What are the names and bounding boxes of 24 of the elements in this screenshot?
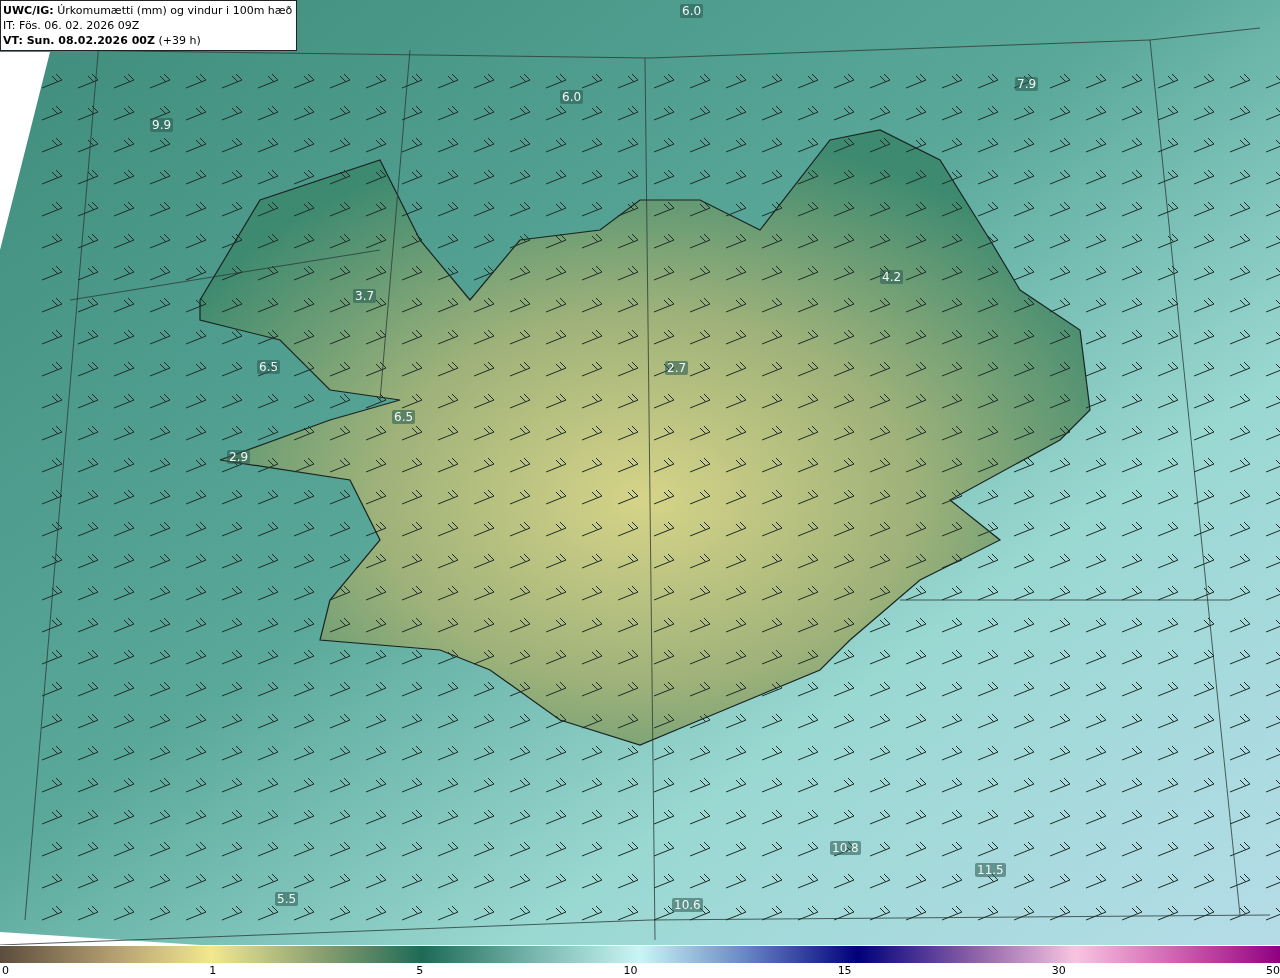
- value-label: 5.5: [275, 892, 299, 906]
- valid-time: VT: Sun. 08.02.2026 00Z (+39 h): [3, 33, 202, 48]
- colorbar-tick-label: 5: [416, 964, 424, 978]
- value-label: 4.2: [880, 270, 904, 284]
- value-label: 10.6: [672, 898, 703, 912]
- colorbar-tick-label: 30: [1051, 964, 1066, 978]
- value-label: 3.7: [353, 289, 377, 303]
- value-label: 9.9: [150, 118, 174, 132]
- colorbar-tick-label: 10: [623, 964, 638, 978]
- colorbar-tick-label: 50: [1265, 964, 1280, 978]
- issue-time: IT: Fös. 06. 02. 2026 09Z: [3, 18, 141, 33]
- colorbar-tick-label: 0: [2, 964, 9, 978]
- value-label: 6.0: [560, 90, 584, 104]
- value-label: 6.5: [257, 360, 281, 374]
- colorbar-tick-label: 1: [209, 964, 217, 978]
- value-label: 10.8: [830, 841, 861, 855]
- value-label: 2.9: [227, 450, 251, 464]
- header-title: UWC/IG: Úrkomumætti (mm) og vindur i 100m hæð: [3, 3, 293, 18]
- colorbar-tick-label: 15: [837, 964, 852, 978]
- value-label: 11.5: [975, 863, 1006, 877]
- value-label: 2.7: [665, 361, 689, 375]
- value-label: 7.9: [1015, 77, 1039, 91]
- value-label: 6.5: [392, 410, 416, 424]
- value-label: 6.0: [680, 4, 704, 18]
